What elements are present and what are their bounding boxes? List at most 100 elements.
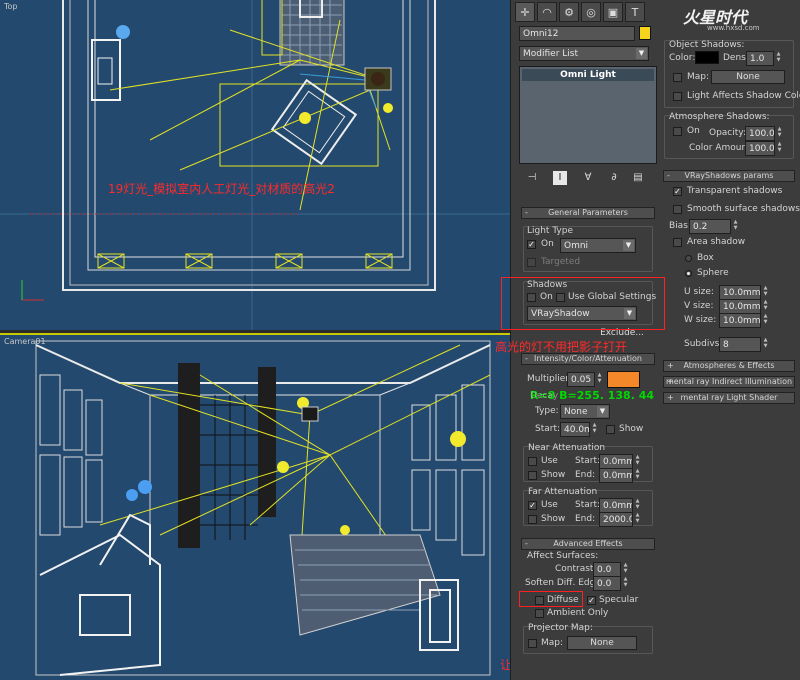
affect-surfaces-label: Affect Surfaces: xyxy=(527,551,599,561)
hxsd-url: www.hxsd.com xyxy=(707,24,760,32)
mental-ray-indirect-title: mental ray Indirect Illumination xyxy=(665,377,793,386)
far-end-field[interactable]: 2000.0mm xyxy=(599,512,633,527)
shadow-density-spinner[interactable]: ▲ ▼ xyxy=(775,51,782,64)
light-on-checkbox[interactable]: ✓ xyxy=(527,240,536,249)
shadow-map-checkbox[interactable] xyxy=(673,73,682,82)
w-size-field[interactable]: 10.0mm xyxy=(719,313,761,328)
bias-spinner[interactable]: ▲ ▼ xyxy=(732,219,739,232)
projector-map-button[interactable]: None xyxy=(567,636,637,650)
top-annotation: 19灯光_模拟室内人工灯光_对材质的高光2 xyxy=(108,182,335,196)
near-start-spinner[interactable]: ▲ ▼ xyxy=(634,454,641,467)
stack-item-omni-light[interactable]: Omni Light xyxy=(522,69,654,81)
modifier-stack[interactable]: Omni Light xyxy=(519,66,657,164)
contrast-spinner[interactable]: ▲ ▼ xyxy=(622,562,629,575)
opacity-field[interactable]: 100.0 xyxy=(745,126,775,141)
top-viewport[interactable]: Top 19灯光_模拟室内人工灯光_对材质的高光2 xyxy=(0,0,510,330)
shadow-map-button[interactable]: None xyxy=(711,70,785,84)
make-unique-icon[interactable]: ∀ xyxy=(581,171,595,185)
atmosphere-on-checkbox[interactable] xyxy=(673,127,682,136)
near-end-spinner[interactable]: ▲ ▼ xyxy=(634,468,641,481)
far-show-label: Show xyxy=(541,514,566,524)
near-end-field[interactable]: 0.0mm xyxy=(599,468,633,483)
light-type-dropdown[interactable]: Omni ▼ xyxy=(560,238,636,253)
create-tab-icon[interactable]: ✛ xyxy=(515,2,535,22)
light-color-swatch[interactable] xyxy=(607,371,640,388)
show-end-result-icon[interactable]: I xyxy=(553,171,567,185)
multiplier-field[interactable]: 0.05 xyxy=(567,372,595,387)
sphere-radio[interactable] xyxy=(685,270,692,277)
bias-label: Bias: xyxy=(669,221,691,231)
color-amount-field[interactable]: 100.0 xyxy=(745,141,775,156)
chevron-down-icon: ▼ xyxy=(636,48,647,59)
modify-tab-icon[interactable]: ◠ xyxy=(537,2,557,22)
contrast-label: Contrast: xyxy=(555,564,597,574)
smooth-surface-shadows-checkbox[interactable] xyxy=(673,205,682,214)
pin-stack-icon[interactable]: ⊣ xyxy=(525,171,539,185)
subdivs-spinner[interactable]: ▲ ▼ xyxy=(762,337,769,350)
general-parameters-rollout[interactable]: - General Parameters xyxy=(521,207,655,219)
v-size-field[interactable]: 10.0mm xyxy=(719,299,761,314)
w-size-label: W size: xyxy=(684,315,717,325)
near-use-checkbox[interactable] xyxy=(528,457,537,466)
shadow-color-label: Color: xyxy=(669,53,696,63)
color-amount-spinner[interactable]: ▲ ▼ xyxy=(776,141,783,154)
decay-show-label: Show xyxy=(619,424,644,434)
specular-checkbox[interactable]: ✓ xyxy=(587,596,596,605)
far-attenuation-label: Far Attenuation xyxy=(528,487,598,497)
far-show-checkbox[interactable] xyxy=(528,515,537,524)
display-tab-icon[interactable]: ▣ xyxy=(603,2,623,22)
w-size-spinner[interactable]: ▲ ▼ xyxy=(762,313,769,326)
u-size-spinner[interactable]: ▲ ▼ xyxy=(762,285,769,298)
opacity-spinner[interactable]: ▲ ▼ xyxy=(776,126,783,139)
remove-modifier-icon[interactable]: ∂ xyxy=(607,171,621,185)
advanced-effects-rollout[interactable]: - Advanced Effects xyxy=(521,538,655,550)
box-radio[interactable] xyxy=(685,255,692,262)
ambient-only-checkbox[interactable] xyxy=(535,609,544,618)
subdivs-field[interactable]: 8 xyxy=(719,337,761,352)
decay-start-field[interactable]: 40.0mm xyxy=(560,422,590,437)
ambient-only-label: Ambient Only xyxy=(547,608,609,618)
far-use-checkbox[interactable]: ✓ xyxy=(528,501,537,510)
diffuse-highlight-box xyxy=(519,591,583,607)
motion-tab-icon[interactable]: ◎ xyxy=(581,2,601,22)
top-viewport-scene xyxy=(0,0,510,330)
far-start-spinner[interactable]: ▲ ▼ xyxy=(634,498,641,511)
projector-map-checkbox[interactable] xyxy=(528,639,537,648)
shadow-density-field[interactable]: 1.0 xyxy=(746,51,774,66)
utilities-tab-icon[interactable]: T xyxy=(625,2,645,22)
chevron-down-icon: ▼ xyxy=(597,406,608,417)
camera-viewport[interactable]: Camera01 xyxy=(0,333,510,680)
far-end-spinner[interactable]: ▲ ▼ xyxy=(634,512,641,525)
u-size-field[interactable]: 10.0mm xyxy=(719,285,761,300)
targeted-checkbox[interactable] xyxy=(527,258,536,267)
atmospheres-effects-rollout[interactable]: + Atmospheres & Effects xyxy=(663,360,795,372)
bias-field[interactable]: 0.2 xyxy=(689,219,731,234)
light-type-value: Omni xyxy=(564,241,589,251)
near-start-label: Start: xyxy=(575,456,601,466)
decay-show-checkbox[interactable] xyxy=(606,425,615,434)
vrayshadows-rollout[interactable]: - VRayShadows params xyxy=(663,170,795,182)
soften-diff-edge-field[interactable]: 0.0 xyxy=(593,576,621,591)
hierarchy-tab-icon[interactable]: ⚙ xyxy=(559,2,579,22)
decay-type-dropdown[interactable]: None ▼ xyxy=(560,404,610,419)
far-start-field[interactable]: 0.0mm xyxy=(599,498,633,513)
multiplier-spinner[interactable]: ▲ ▼ xyxy=(596,372,603,385)
near-start-field[interactable]: 0.0mm xyxy=(599,454,633,469)
contrast-field[interactable]: 0.0 xyxy=(593,562,621,577)
configure-sets-icon[interactable]: ▤ xyxy=(631,171,645,185)
near-attenuation-label: Near Attenuation xyxy=(528,443,606,453)
mental-ray-light-shader-rollout[interactable]: + mental ray Light Shader xyxy=(663,392,795,404)
modifier-list-dropdown[interactable]: Modifier List ▼ xyxy=(519,46,649,61)
shadow-map-label: Map: xyxy=(687,72,710,82)
decay-start-spinner[interactable]: ▲ ▼ xyxy=(591,422,598,435)
area-shadow-checkbox[interactable] xyxy=(673,238,682,247)
object-name-field[interactable]: Omni12 xyxy=(519,26,635,41)
object-color-swatch[interactable] xyxy=(639,26,651,40)
v-size-spinner[interactable]: ▲ ▼ xyxy=(762,299,769,312)
near-show-checkbox[interactable] xyxy=(528,471,537,480)
soften-diff-edge-spinner[interactable]: ▲ ▼ xyxy=(622,576,629,589)
mental-ray-indirect-rollout[interactable]: + mental ray Indirect Illumination xyxy=(663,376,795,388)
light-affects-shadow-checkbox[interactable] xyxy=(673,92,682,101)
transparent-shadows-checkbox[interactable]: ✓ xyxy=(673,187,682,196)
shadow-color-swatch[interactable] xyxy=(695,51,719,64)
